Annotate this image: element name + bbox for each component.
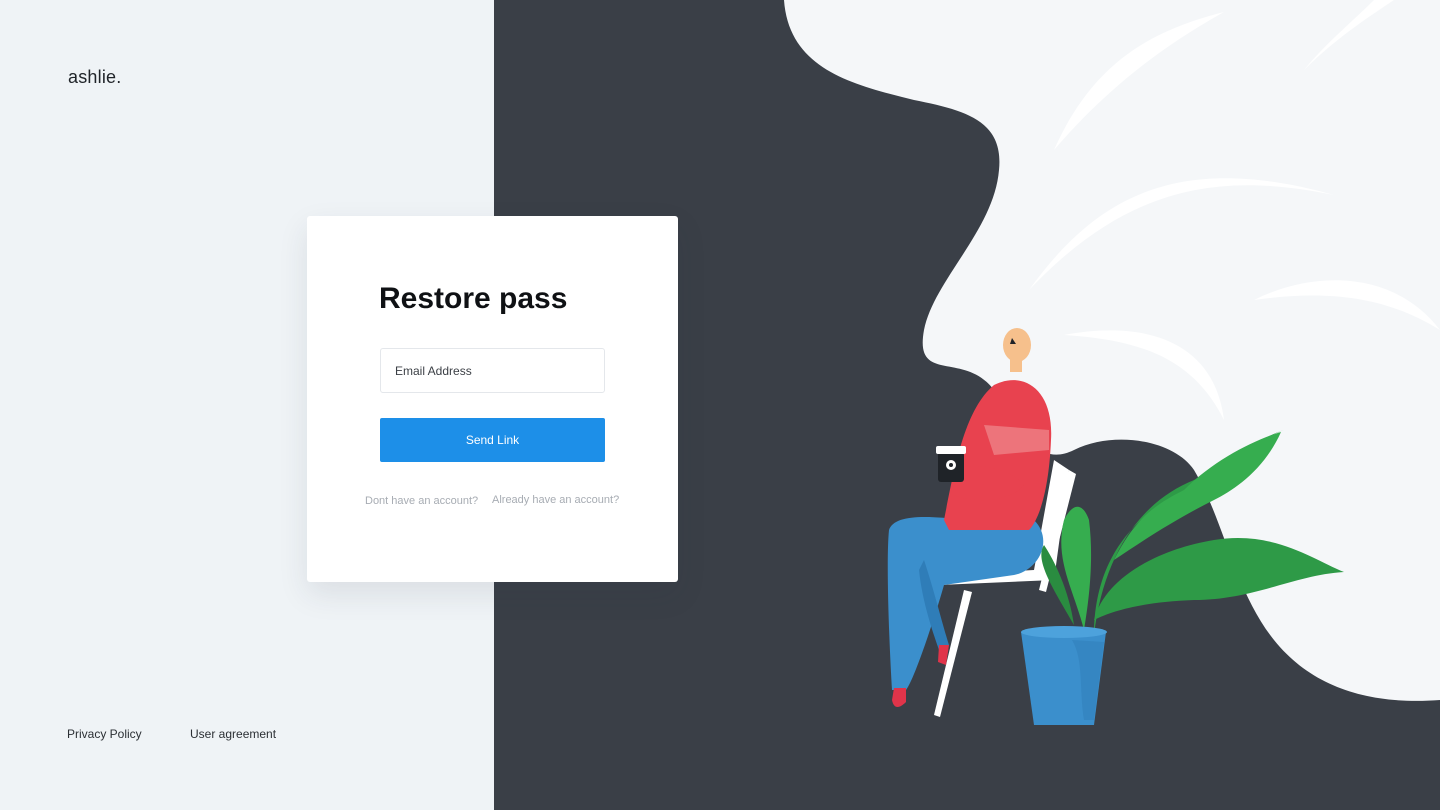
send-link-button[interactable]: Send Link [380, 418, 605, 462]
brand-logo[interactable]: ashlie. [68, 67, 121, 88]
signup-link[interactable]: Dont have an account? [365, 495, 478, 507]
privacy-policy-link[interactable]: Privacy Policy [67, 727, 142, 741]
login-link[interactable]: Already have an account? [492, 494, 619, 506]
email-field[interactable] [380, 348, 605, 393]
page-title: Restore pass [379, 282, 568, 315]
restore-password-card: Restore pass Send Link Dont have an acco… [307, 216, 678, 582]
user-agreement-link[interactable]: User agreement [190, 727, 276, 741]
